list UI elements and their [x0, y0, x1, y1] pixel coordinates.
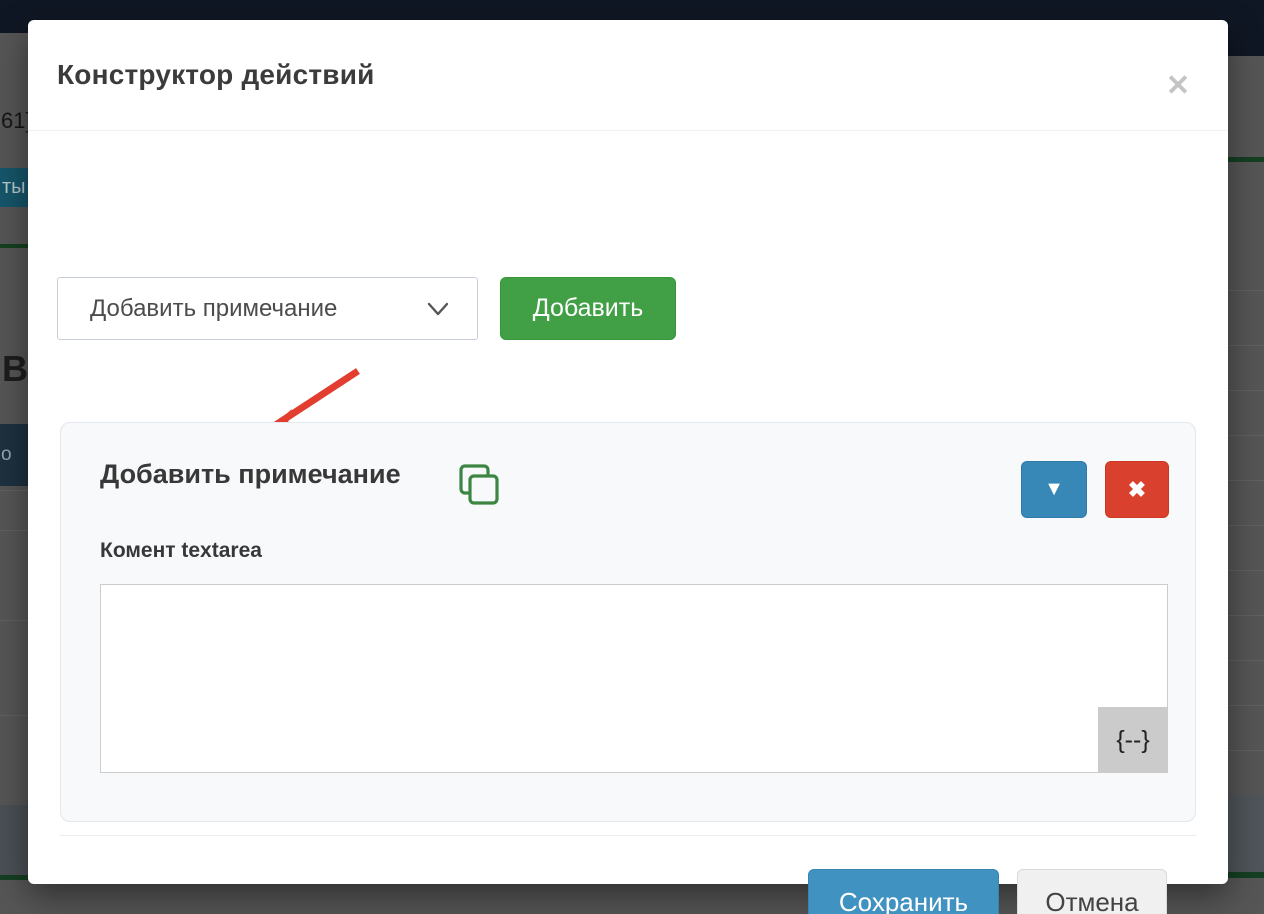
- collapse-icon: ▼: [1044, 478, 1064, 501]
- footer-divider: [59, 835, 1197, 836]
- background-green-divider: [0, 244, 28, 248]
- background-row-divider: [1228, 435, 1264, 436]
- background-heading-fragment: В: [2, 348, 28, 390]
- background-row-divider: [1228, 390, 1264, 391]
- cancel-button[interactable]: Отмена: [1017, 869, 1167, 914]
- background-row-divider: [0, 530, 28, 531]
- background-row-divider: [1228, 750, 1264, 751]
- background-dark-row: [0, 805, 28, 875]
- insert-placeholder-button[interactable]: {--}: [1098, 707, 1168, 773]
- background-teal-button-fragment: ты: [0, 168, 28, 207]
- background-dark-row: [1228, 795, 1264, 872]
- comment-textarea[interactable]: [100, 584, 1168, 773]
- modal-body: Добавить примечание Добавить Добавить пр…: [28, 131, 1228, 914]
- background-number-fragment: 61]: [1, 108, 32, 134]
- background-row-divider: [1228, 480, 1264, 481]
- background-row-divider: [1228, 345, 1264, 346]
- background-top-navbar-fragment: [1228, 33, 1264, 56]
- collapse-action-button[interactable]: ▼: [1021, 461, 1087, 518]
- copy-icon[interactable]: [458, 463, 500, 507]
- action-type-selected-value: Добавить примечание: [90, 295, 427, 323]
- chevron-down-icon: [427, 302, 449, 316]
- close-icon[interactable]: ✕: [1158, 66, 1198, 106]
- background-green-divider: [0, 875, 28, 880]
- modal-title: Конструктор действий: [57, 59, 375, 91]
- add-action-button[interactable]: Добавить: [500, 277, 676, 340]
- screen: 61] ты В о Конструктор действий ✕ Добави…: [0, 0, 1264, 914]
- background-teal-button-label: ты: [2, 176, 26, 198]
- background-row-divider: [1228, 290, 1264, 291]
- background-row-divider: [1228, 705, 1264, 706]
- action-constructor-modal: Конструктор действий ✕ Добавить примечан…: [28, 20, 1228, 884]
- action-card-title: Добавить примечание: [100, 459, 401, 490]
- background-row-divider: [0, 490, 28, 491]
- modal-header: Конструктор действий ✕: [28, 20, 1228, 131]
- background-green-divider: [1228, 872, 1264, 878]
- background-row-divider: [1228, 570, 1264, 571]
- background-row-divider: [1228, 525, 1264, 526]
- action-card: Добавить примечание ▼ ✖ Комент textarea …: [60, 422, 1196, 822]
- action-type-select[interactable]: Добавить примечание: [57, 277, 478, 340]
- background-row-divider: [0, 715, 28, 716]
- save-button[interactable]: Сохранить: [808, 869, 999, 914]
- background-row-divider: [0, 620, 28, 621]
- background-green-divider: [1228, 157, 1264, 162]
- remove-icon: ✖: [1128, 477, 1146, 503]
- background-row-divider: [1228, 615, 1264, 616]
- background-blue-tab-fragment: о: [0, 424, 28, 486]
- remove-action-button[interactable]: ✖: [1105, 461, 1169, 518]
- comment-field-label: Комент textarea: [100, 539, 262, 563]
- background-row-divider: [1228, 660, 1264, 661]
- background-blue-tab-label: о: [1, 444, 12, 465]
